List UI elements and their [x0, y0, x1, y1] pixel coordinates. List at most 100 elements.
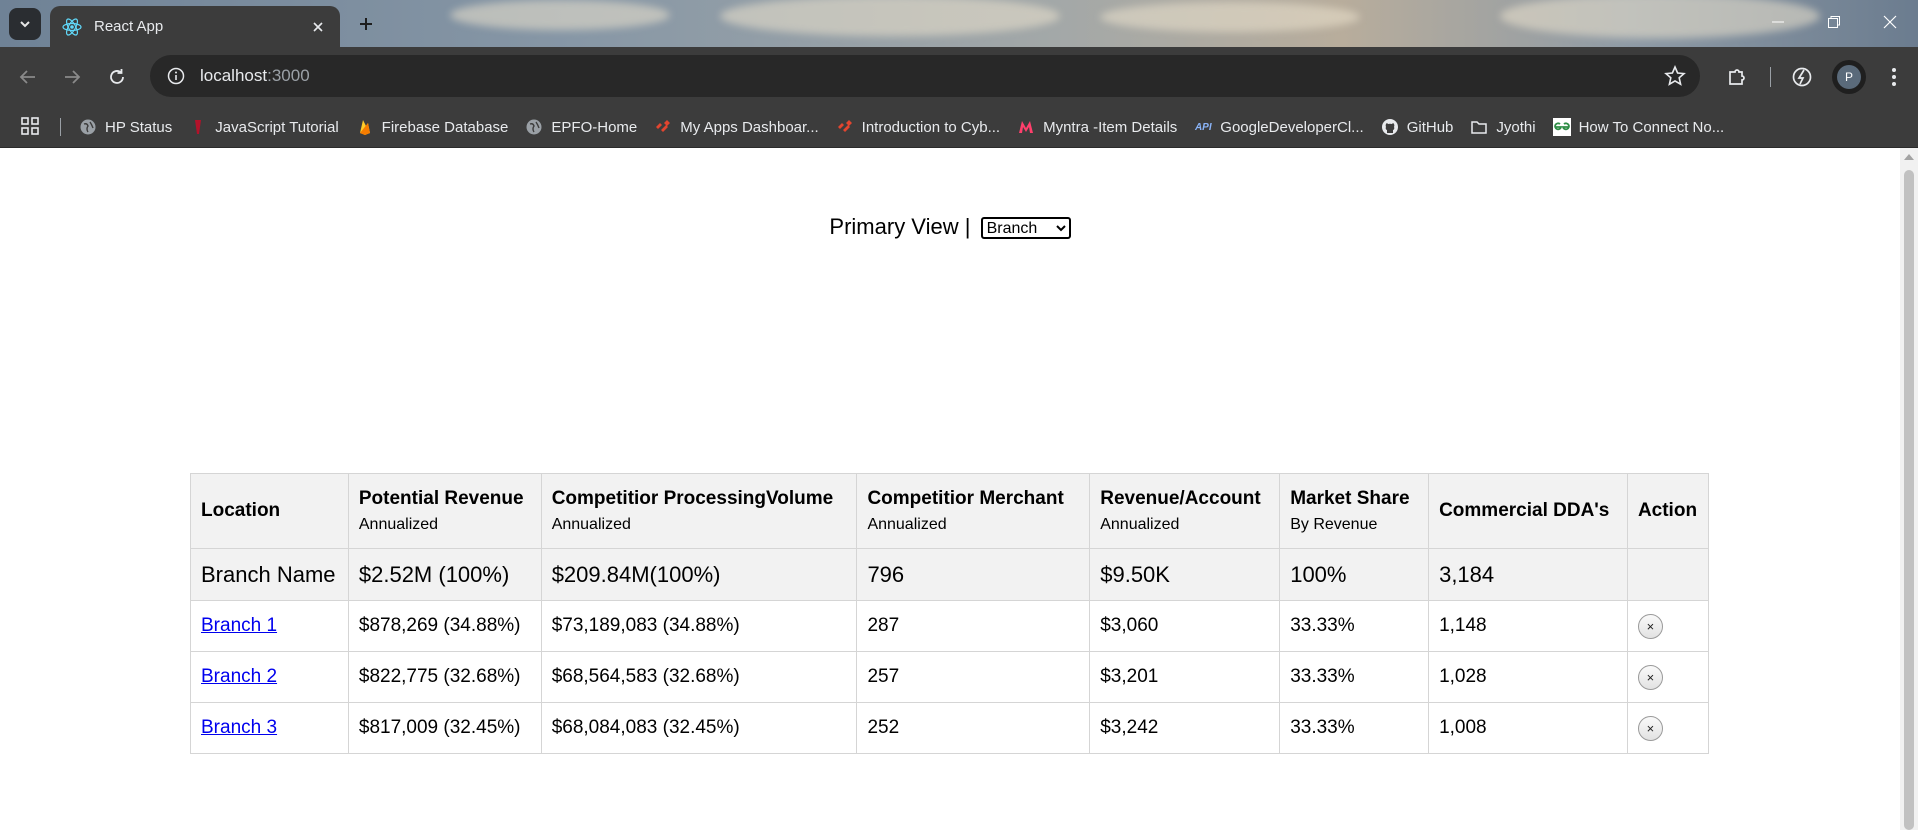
bookmark-label: Introduction to Cyb... [861, 118, 1001, 136]
column-header: Revenue/Account Annualized [1089, 473, 1281, 549]
remove-branch-button[interactable]: × [1637, 715, 1663, 741]
summary-cell: 796 [856, 548, 1091, 601]
column-header-subtitle: By Revenue [1290, 516, 1378, 533]
primary-view-label: Primary View | [829, 214, 971, 239]
reload-button[interactable] [101, 61, 133, 93]
column-header-title: Competitior ProcessingVolume [551, 488, 834, 509]
column-header: Action [1626, 473, 1710, 549]
scrollbar-thumb[interactable] [1904, 170, 1914, 830]
close-icon: × [1646, 618, 1655, 634]
more-vertical-icon [1892, 68, 1896, 86]
column-header-title: Market Share [1290, 488, 1410, 509]
tab-react-app[interactable]: React App [50, 6, 340, 47]
profile-button[interactable]: P [1832, 60, 1866, 94]
address-bar[interactable]: localhost:3000 [150, 55, 1700, 97]
bookmark-item[interactable]: EPFO-Home [525, 113, 637, 141]
minimize-button[interactable] [1758, 8, 1798, 36]
branch-link[interactable]: Branch 2 [201, 666, 277, 687]
column-header: Potential Revenue Annualized [347, 473, 542, 549]
branch-link[interactable]: Branch 3 [201, 717, 277, 738]
close-icon [1883, 15, 1897, 29]
bookmarks-divider [60, 118, 61, 136]
table-row: Branch 1 $878,269 (34.88%) $73,189,083 (34… [190, 600, 1710, 652]
speed-icon [1792, 67, 1812, 87]
browser-menu-button[interactable] [1879, 62, 1909, 92]
arrow-right-icon [65, 70, 81, 84]
forward-button[interactable] [56, 61, 88, 93]
dashboard-icon [654, 118, 672, 136]
location-cell: Branch 1 [190, 600, 349, 652]
primary-view-bar: Primary View | Branch [0, 214, 1900, 240]
extensions-button[interactable] [1722, 62, 1752, 92]
url-host: localhost [200, 66, 268, 85]
minimize-icon [1772, 21, 1784, 23]
wallpaper-cloud [1100, 2, 1360, 32]
apps-grid-icon[interactable] [20, 116, 42, 138]
table-cell: 33.33% [1279, 600, 1430, 652]
remove-branch-button[interactable]: × [1637, 613, 1663, 639]
action-cell: × [1626, 651, 1710, 703]
bookmark-item[interactable]: HP Status [79, 113, 172, 141]
summary-cell [1626, 548, 1710, 601]
column-header: Competitior ProcessingVolume Annualized [540, 473, 858, 549]
bookmark-item[interactable]: API GoogleDeveloperCl... [1194, 113, 1364, 141]
location-cell: Branch 3 [190, 702, 349, 754]
bookmark-item[interactable]: How To Connect No... [1552, 113, 1725, 141]
table-cell: $3,060 [1089, 600, 1281, 652]
globe-icon [525, 118, 543, 136]
new-tab-button[interactable] [352, 10, 380, 38]
close-window-button[interactable] [1870, 8, 1910, 36]
bookmark-item[interactable]: JavaScript Tutorial [189, 113, 339, 141]
bookmark-item[interactable]: Jyothi [1470, 113, 1536, 141]
bookmark-label: Myntra -Item Details [1043, 118, 1178, 136]
performance-button[interactable] [1787, 62, 1817, 92]
bookmark-label: My Apps Dashboar... [680, 118, 819, 136]
table-cell: $68,564,583 (32.68%) [540, 651, 858, 703]
bookmark-label: How To Connect No... [1578, 118, 1725, 136]
action-cell: × [1626, 600, 1710, 652]
restore-button[interactable] [1814, 8, 1854, 36]
column-header-title: Competitior Merchant [867, 488, 1064, 509]
profile-avatar: P [1837, 65, 1861, 89]
bookmark-item[interactable]: My Apps Dashboar... [654, 113, 819, 141]
summary-cell: 100% [1279, 548, 1430, 601]
remove-branch-button[interactable]: × [1637, 664, 1663, 690]
bookmark-item[interactable]: Firebase Database [356, 113, 508, 141]
bookmarks-bar: HP Status JavaScript Tutorial Firebase Dat… [0, 106, 1918, 148]
folder-icon [1470, 118, 1488, 136]
table-cell: 1,148 [1428, 600, 1628, 652]
column-header-title: Revenue/Account [1100, 488, 1261, 509]
close-icon: × [1646, 720, 1655, 736]
chevron-down-icon [20, 21, 30, 28]
table-cell: 1,008 [1428, 702, 1628, 754]
table-cell: $878,269 (34.88%) [347, 600, 542, 652]
summary-cell: Branch Name [190, 548, 349, 601]
summary-cell: $9.50K [1089, 548, 1281, 601]
bookmark-item[interactable]: Introduction to Cyb... [836, 113, 1000, 141]
table-header-row: Location Potential Revenue Annualized Compe… [190, 473, 1710, 549]
table-row: Branch 2 $822,775 (32.68%) $68,564,583 (32… [190, 651, 1710, 703]
branch-link[interactable]: Branch 1 [201, 615, 277, 636]
bookmark-star-icon[interactable] [1664, 64, 1686, 92]
table-body: Branch Name $2.52M (100%) $209.84M(100%) 79… [190, 548, 1710, 754]
table-cell: 1,028 [1428, 651, 1628, 703]
bookmark-label: HP Status [105, 118, 173, 136]
back-button[interactable] [12, 61, 44, 93]
table-cell: $3,201 [1089, 651, 1281, 703]
tab-search-button[interactable] [9, 8, 41, 40]
primary-view-select[interactable]: Branch [980, 217, 1071, 240]
bookmark-list: HP Status JavaScript Tutorial Firebase Dat… [79, 106, 1741, 148]
table-cell: 252 [856, 702, 1091, 754]
bookmark-item[interactable]: Myntra -Item Details [1017, 113, 1177, 141]
scroll-up-arrow-icon[interactable] [1904, 154, 1914, 160]
close-tab-icon[interactable] [308, 17, 328, 37]
column-header: Competitior Merchant Annualized [856, 473, 1091, 549]
column-header-title: Action [1637, 500, 1698, 521]
geeksforgeeks-icon [1552, 118, 1571, 136]
page-scrollbar[interactable] [1900, 148, 1918, 830]
summary-row: Branch Name $2.52M (100%) $209.84M(100%) 79… [190, 548, 1710, 601]
site-info-icon[interactable] [164, 64, 188, 88]
table-cell: 257 [856, 651, 1091, 703]
bookmark-item[interactable]: GitHub [1381, 113, 1453, 141]
bookmark-label: EPFO-Home [551, 118, 638, 136]
